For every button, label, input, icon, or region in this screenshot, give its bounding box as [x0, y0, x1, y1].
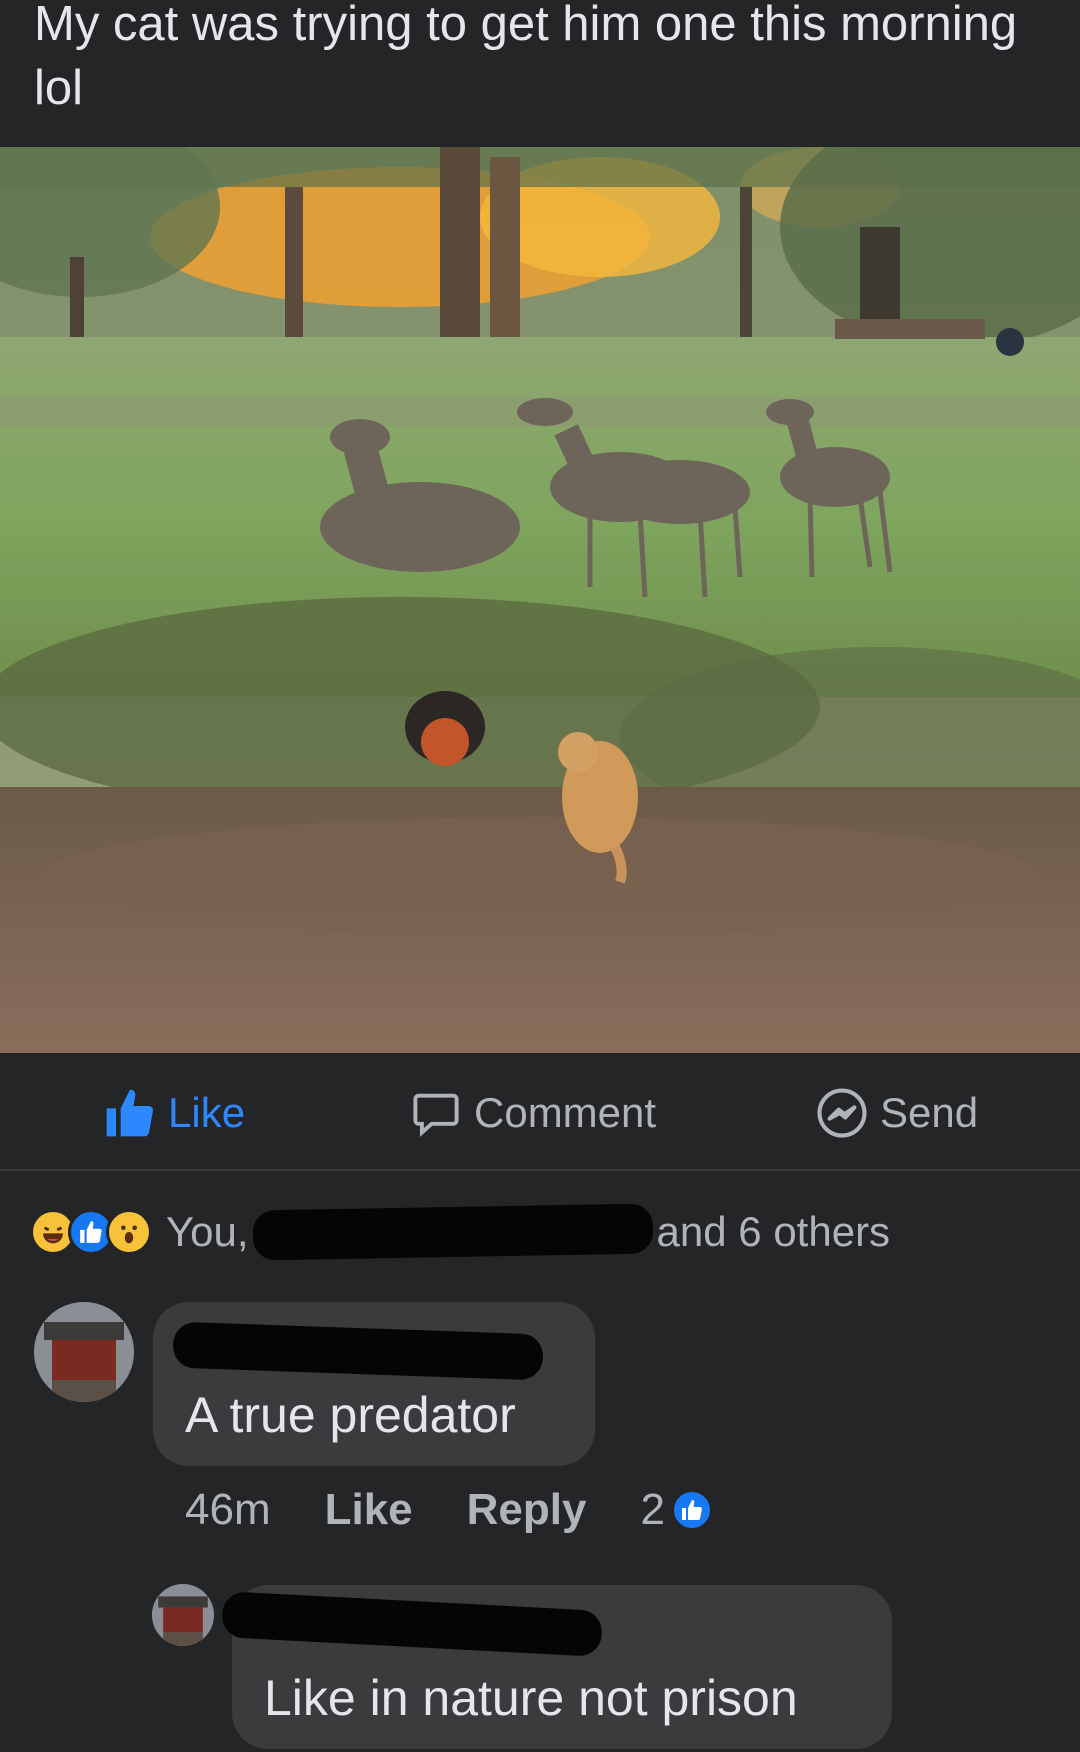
comment-time: 46m	[185, 1485, 271, 1534]
reactions-summary[interactable]: You, and 6 others	[30, 1200, 890, 1264]
reply-bubble[interactable]: Like in nature not prison	[221, 1585, 892, 1749]
redacted-names-scribble	[252, 1203, 653, 1261]
wow-reaction-icon	[106, 1209, 152, 1255]
post-text: My cat was trying to get him one this mo…	[34, 0, 1018, 115]
reply-avatar[interactable]	[152, 1584, 214, 1646]
comment-label: Comment	[474, 1089, 657, 1136]
redacted-commenter-name	[172, 1321, 544, 1381]
post-photo-image	[0, 147, 1080, 1053]
reaction-names: You, and 6 others	[166, 1203, 891, 1261]
like-label: Like	[168, 1089, 246, 1136]
send-label: Send	[880, 1089, 979, 1136]
comment-meta: 46m Like Reply 2	[185, 1478, 713, 1542]
post-action-bar: Like Comment Send	[0, 1053, 1080, 1171]
comment-text: A true predator	[185, 1387, 516, 1443]
redacted-replier-name	[221, 1591, 603, 1657]
comment-bubble-icon	[408, 1085, 464, 1141]
reaction-names-prefix: You,	[166, 1208, 249, 1255]
avatar-image	[34, 1302, 134, 1402]
commenter-avatar[interactable]	[34, 1302, 134, 1402]
reaction-names-suffix: and 6 others	[656, 1208, 891, 1255]
comment-like-button[interactable]: Like	[325, 1485, 413, 1535]
comment-button[interactable]: Comment	[408, 1085, 656, 1141]
messenger-icon	[814, 1085, 870, 1141]
post-header: My cat was trying to get him one this mo…	[0, 0, 1080, 147]
post-photo[interactable]	[0, 147, 1080, 1053]
like-button[interactable]: Like	[102, 1085, 245, 1141]
comment-bubble[interactable]: A true predator	[153, 1302, 595, 1466]
thumbs-up-icon	[102, 1085, 158, 1141]
reply-text: Like in nature not prison	[264, 1670, 798, 1726]
reply-avatar-image	[152, 1584, 214, 1646]
comment-reaction-count[interactable]: 2	[640, 1485, 664, 1535]
send-button[interactable]: Send	[814, 1085, 978, 1141]
comment-reply-button[interactable]: Reply	[467, 1485, 587, 1535]
comment-like-reaction-icon	[670, 1489, 713, 1531]
